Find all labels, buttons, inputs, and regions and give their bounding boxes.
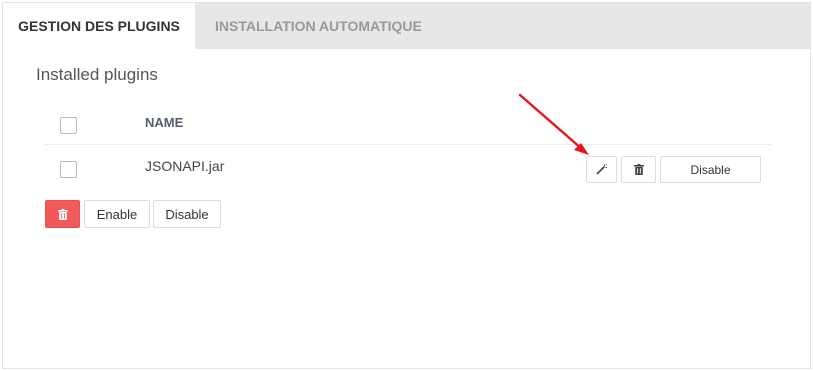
table-header: NAME — [44, 103, 772, 145]
table-row: JSONAPI.jar Disable — [44, 146, 772, 194]
bulk-delete-button[interactable] — [45, 200, 80, 228]
row-checkbox[interactable] — [60, 161, 77, 178]
tab-bar: GESTION DES PLUGINS INSTALLATION AUTOMAT… — [3, 3, 810, 49]
disable-plugin-button[interactable]: Disable — [660, 156, 761, 183]
red-arrow — [518, 93, 589, 155]
magic-wand-icon — [596, 164, 607, 175]
trash-icon — [57, 208, 68, 220]
column-header-name: NAME — [145, 115, 184, 130]
delete-plugin-button[interactable] — [621, 156, 656, 183]
plugin-name: JSONAPI.jar — [145, 158, 225, 174]
bulk-disable-button[interactable]: Disable — [153, 200, 221, 228]
section-title: Installed plugins — [36, 65, 158, 84]
tab-auto-install[interactable]: INSTALLATION AUTOMATIQUE — [215, 3, 422, 49]
plugins-panel: GESTION DES PLUGINS INSTALLATION AUTOMAT… — [2, 2, 811, 369]
tab-plugin-management[interactable]: GESTION DES PLUGINS — [3, 3, 195, 49]
select-all-checkbox[interactable] — [60, 117, 77, 134]
trash-icon — [633, 164, 644, 175]
bulk-enable-button[interactable]: Enable — [84, 200, 150, 228]
